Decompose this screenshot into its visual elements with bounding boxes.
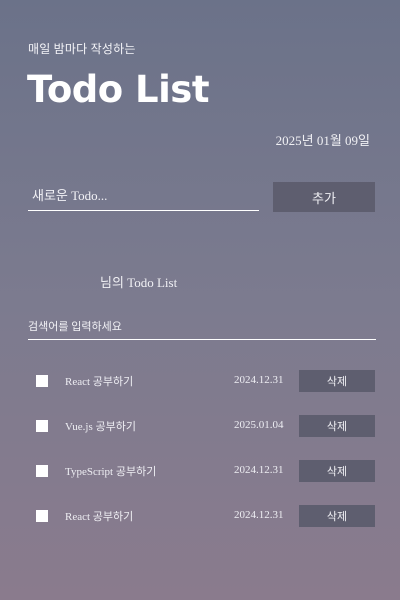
todo-item: Vue.js 공부하기 2025.01.04 삭제	[0, 413, 400, 458]
delete-button[interactable]: 삭제	[299, 370, 375, 392]
add-todo-button[interactable]: 추가	[273, 182, 375, 212]
todo-item: React 공부하기 2024.12.31 삭제	[0, 503, 400, 548]
todo-checkbox[interactable]	[36, 375, 48, 387]
todo-text: TypeScript 공부하기	[65, 466, 157, 478]
today-date: 2025년 01월 09일	[275, 133, 370, 148]
todo-checkbox[interactable]	[36, 465, 48, 477]
todo-list: React 공부하기 2024.12.31 삭제 Vue.js 공부하기 202…	[0, 368, 400, 548]
todo-text: Vue.js 공부하기	[65, 421, 136, 433]
todo-item: React 공부하기 2024.12.31 삭제	[0, 368, 400, 413]
todo-text: React 공부하기	[65, 376, 134, 388]
todo-checkbox[interactable]	[36, 510, 48, 522]
todo-checkbox[interactable]	[36, 420, 48, 432]
todo-text: React 공부하기	[65, 511, 134, 523]
todo-date: 2024.12.31	[234, 464, 284, 476]
todo-date: 2024.12.31	[234, 509, 284, 521]
todo-date: 2025.01.04	[234, 419, 284, 431]
page-title: Todo List	[27, 68, 210, 111]
new-todo-input[interactable]	[28, 182, 259, 211]
todo-app: 매일 밤마다 작성하는 Todo List 2025년 01월 09일 추가 님…	[0, 0, 400, 600]
search-input[interactable]	[28, 314, 376, 340]
list-heading: 님의 Todo List	[100, 275, 178, 290]
todo-date: 2024.12.31	[234, 374, 284, 386]
delete-button[interactable]: 삭제	[299, 460, 375, 482]
delete-button[interactable]: 삭제	[299, 415, 375, 437]
header-subtitle: 매일 밤마다 작성하는	[28, 42, 136, 56]
todo-item: TypeScript 공부하기 2024.12.31 삭제	[0, 458, 400, 503]
delete-button[interactable]: 삭제	[299, 505, 375, 527]
